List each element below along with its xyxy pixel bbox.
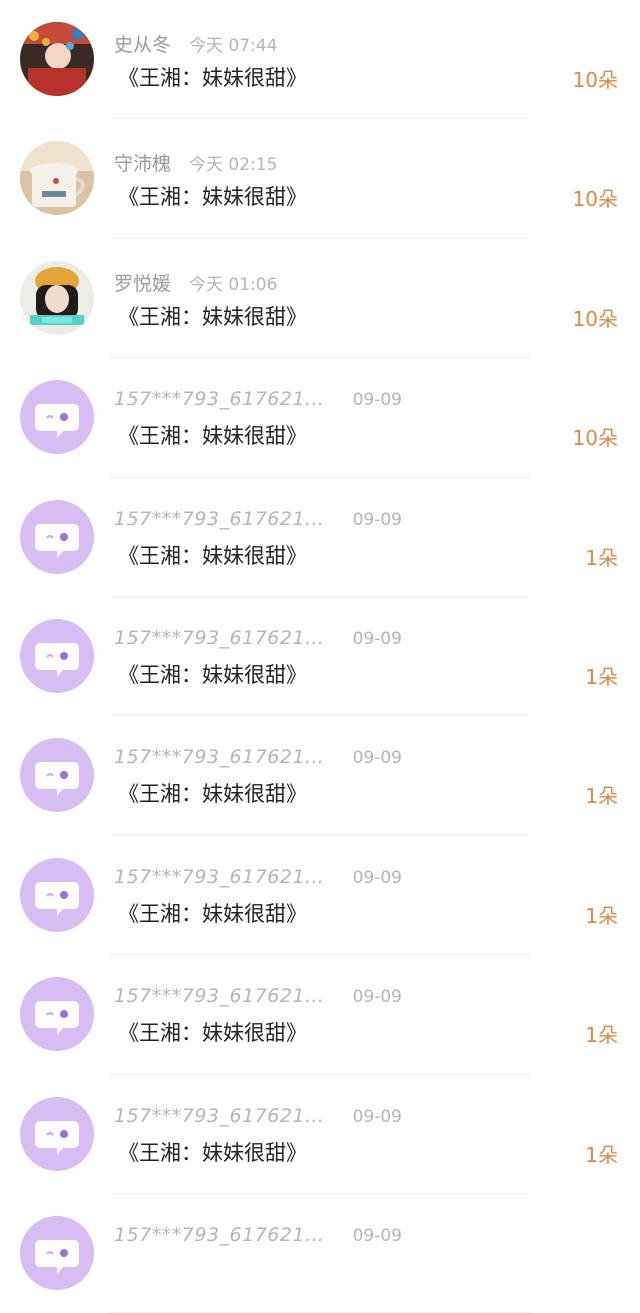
avatar[interactable]: [20, 1215, 94, 1290]
timestamp: 09-09: [352, 1225, 402, 1246]
user-name: 罗悦媛: [114, 272, 172, 295]
gift-message: 《王湘：妹妹很甜》: [118, 662, 307, 687]
timestamp: 09-09: [352, 867, 402, 888]
user-name: 史从冬: [114, 34, 172, 56]
avatar[interactable]: [20, 499, 94, 574]
list-item[interactable]: 157***793_617621… 09-09 《王湘：妹妹很甜》 1朵: [0, 716, 640, 837]
timestamp: 09-09: [352, 509, 402, 530]
avatar[interactable]: [20, 738, 94, 813]
user-name: 157***793_617621…: [114, 985, 325, 1008]
user-name: 157***793_617621…: [114, 626, 325, 649]
gift-amount: 10朵: [572, 187, 618, 212]
gift-message: 《王湘：妹妹很甜》: [118, 1140, 307, 1165]
avatar[interactable]: [20, 260, 94, 335]
gift-message: 《王湘：妹妹很甜》: [118, 543, 307, 568]
chat-bubble-icon: [20, 1096, 94, 1171]
user-name: 157***793_617621…: [114, 1223, 325, 1246]
avatar[interactable]: [20, 1096, 94, 1171]
chat-bubble-icon: [20, 977, 94, 1052]
gift-amount: 1朵: [585, 903, 618, 928]
gift-amount: 1朵: [585, 1142, 618, 1167]
list-item[interactable]: 157***793_617621… 09-09: [0, 1194, 640, 1313]
list-item[interactable]: 157***793_617621… 09-09 《王湘：妹妹很甜》 1朵: [0, 955, 640, 1075]
gift-amount: 10朵: [572, 426, 618, 451]
gift-message: 《王湘：妹妹很甜》: [118, 782, 307, 807]
user-name: 157***793_617621…: [114, 388, 325, 411]
gift-message: 《王湘：妹妹很甜》: [118, 424, 307, 449]
gift-amount: 1朵: [585, 545, 618, 570]
gift-record-list: 史从冬 今天 07:44 《王湘：妹妹很甜》 10朵 守沛槐 今天 02:15 《王…: [0, 0, 640, 1313]
gift-amount: 1朵: [585, 1023, 618, 1048]
user-name: 157***793_617621…: [114, 865, 325, 888]
chat-bubble-icon: [20, 1215, 94, 1290]
gift-message: 《王湘：妹妹很甜》: [118, 1021, 307, 1046]
gift-message: 《王湘：妹妹很甜》: [118, 304, 307, 329]
list-item[interactable]: 157***793_617621… 09-09 《王湘：妹妹很甜》 1朵: [0, 1075, 640, 1195]
avatar[interactable]: [20, 977, 94, 1052]
chat-bubble-icon: [20, 738, 94, 813]
avatar[interactable]: [20, 141, 94, 216]
gift-message: 《王湘：妹妹很甜》: [118, 185, 307, 210]
timestamp: 09-09: [352, 390, 402, 411]
chat-bubble-icon: [20, 499, 94, 574]
list-item[interactable]: 157***793_617621… 09-09 《王湘：妹妹很甜》 1朵: [0, 478, 640, 598]
avatar[interactable]: [20, 618, 94, 693]
avatar[interactable]: [20, 22, 94, 96]
gift-amount: 1朵: [585, 664, 618, 689]
user-name: 157***793_617621…: [114, 507, 325, 530]
list-item[interactable]: 157***793_617621… 09-09 《王湘：妹妹很甜》 1朵: [0, 836, 640, 956]
timestamp: 09-09: [352, 987, 402, 1008]
list-item[interactable]: 守沛槐 今天 02:15 《王湘：妹妹很甜》 10朵: [0, 119, 640, 240]
chat-bubble-icon: [20, 380, 94, 455]
timestamp: 今天 01:06: [189, 274, 278, 295]
user-name: 157***793_617621…: [114, 1104, 325, 1127]
list-item[interactable]: 史从冬 今天 07:44 《王湘：妹妹很甜》 10朵: [0, 0, 640, 120]
user-name: 守沛槐: [114, 153, 172, 176]
gift-amount: 10朵: [572, 68, 618, 92]
gift-message: 《王湘：妹妹很甜》: [118, 901, 307, 926]
gift-message: 《王湘：妹妹很甜》: [118, 66, 307, 90]
chat-bubble-icon: [20, 618, 94, 693]
chat-bubble-icon: [20, 857, 94, 932]
gift-amount: 10朵: [572, 306, 618, 331]
list-item[interactable]: 157***793_617621… 09-09 《王湘：妹妹很甜》 10朵: [0, 358, 640, 478]
gift-amount: 1朵: [585, 784, 618, 809]
timestamp: 09-09: [352, 1106, 402, 1127]
user-name: 157***793_617621…: [114, 746, 325, 769]
timestamp: 今天 02:15: [189, 155, 278, 176]
avatar[interactable]: [20, 380, 94, 455]
timestamp: 09-09: [352, 748, 402, 769]
timestamp: 今天 07:44: [189, 36, 278, 56]
list-item[interactable]: 罗悦媛 今天 01:06 《王湘：妹妹很甜》 10朵: [0, 239, 640, 359]
timestamp: 09-09: [352, 628, 402, 649]
avatar[interactable]: [20, 857, 94, 932]
list-item[interactable]: 157***793_617621… 09-09 《王湘：妹妹很甜》 1朵: [0, 597, 640, 717]
